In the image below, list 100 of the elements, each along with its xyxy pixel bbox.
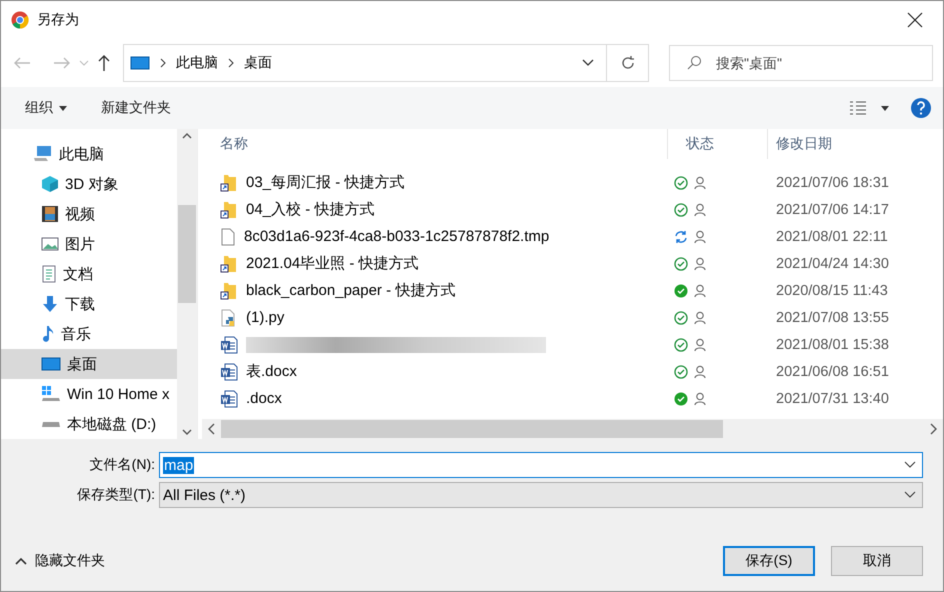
column-header[interactable]: 状态 — [668, 129, 768, 159]
chevron-right-icon — [160, 58, 166, 68]
word-document-icon — [220, 390, 238, 408]
file-name[interactable]: .docx — [246, 390, 282, 407]
chevron-right-icon — [930, 423, 937, 435]
person-icon — [694, 202, 706, 216]
blank-file-icon — [220, 228, 236, 246]
filename-label: 文件名(N): — [88, 456, 156, 474]
check-circle-icon — [674, 202, 688, 216]
person-icon — [694, 392, 706, 406]
browser-logo-icon — [11, 11, 29, 29]
person-icon — [694, 284, 706, 298]
search-input[interactable]: 搜索"桌面" — [714, 54, 932, 72]
list-view-icon — [849, 100, 867, 116]
modified-date: 2021/04/24 14:30 — [775, 256, 890, 272]
sidebar-item[interactable]: 此电脑 — [1, 139, 177, 169]
file-name[interactable]: 03_每周汇报 - 快捷方式 — [246, 173, 404, 192]
up-arrow-icon — [97, 54, 111, 72]
column-header[interactable]: 名称 — [202, 129, 668, 159]
computer-icon — [33, 145, 53, 163]
folder-shortcut-icon — [220, 200, 238, 218]
windows-drive-icon — [41, 385, 61, 403]
chevron-up-icon — [15, 557, 27, 565]
sidebar-item[interactable]: 下载 — [1, 289, 177, 319]
file-name[interactable]: 8c03d1a6-923f-4ca8-b033-1c25787878f2.tmp — [244, 228, 550, 245]
breadcrumb[interactable]: 此电脑 — [176, 54, 218, 72]
back-arrow-icon — [13, 56, 31, 70]
down-arrow-icon — [41, 295, 59, 313]
help-button[interactable] — [911, 98, 931, 118]
person-icon — [694, 176, 706, 190]
cube-icon — [41, 175, 59, 193]
recent-dropdown-button[interactable] — [79, 60, 89, 66]
file-name[interactable]: 04_入校 - 快捷方式 — [246, 200, 374, 219]
document-icon — [41, 265, 57, 283]
question-mark-icon — [916, 101, 926, 115]
new-folder-button[interactable]: 新建文件夹 — [101, 99, 171, 117]
person-icon — [694, 230, 706, 244]
person-icon — [694, 310, 706, 324]
chevron-right-icon — [228, 58, 234, 68]
forward-button[interactable] — [53, 56, 71, 70]
filename-field[interactable]: map — [159, 452, 923, 478]
word-document-icon — [220, 336, 238, 354]
caret-down-icon — [59, 106, 67, 110]
chevron-down-icon — [904, 491, 916, 499]
chevron-down-icon — [79, 60, 89, 66]
person-icon — [694, 364, 706, 378]
check-circle-icon — [674, 284, 688, 298]
chevron-left-icon — [208, 423, 215, 435]
folder-shortcut-icon — [220, 254, 238, 272]
person-icon — [694, 256, 706, 270]
check-circle-icon — [674, 256, 688, 270]
file-type-dropdown[interactable]: All Files (*.*) — [159, 482, 923, 508]
window-title: 另存为 — [37, 11, 80, 29]
sidebar-item[interactable]: Win 10 Home x — [1, 379, 177, 409]
modified-date: 2021/06/08 16:51 — [775, 364, 890, 380]
file-name[interactable]: black_carbon_paper - 快捷方式 — [246, 281, 456, 300]
modified-date: 2020/08/15 11:43 — [775, 282, 889, 298]
up-button[interactable] — [97, 54, 111, 72]
scrollbar[interactable] — [202, 419, 943, 439]
file-type-label: 保存类型(T): — [76, 486, 156, 504]
search-icon — [686, 55, 702, 71]
address-bar[interactable]: 此电脑 桌面 — [123, 44, 649, 82]
check-circle-icon — [674, 176, 688, 190]
cancel-button[interactable]: 取消 — [831, 546, 923, 576]
check-circle-icon — [674, 364, 688, 378]
caret-down-icon — [881, 106, 889, 110]
view-options-button[interactable] — [849, 100, 889, 116]
search-field[interactable]: 搜索"桌面" — [669, 45, 933, 81]
sidebar-item[interactable]: 视频 — [1, 199, 177, 229]
modified-date: 2021/07/31 13:40 — [775, 390, 890, 406]
scrollbar[interactable] — [177, 129, 197, 439]
modified-date: 2021/08/01 22:11 — [775, 228, 889, 244]
chevron-up-icon — [182, 133, 192, 139]
chevron-down-icon — [904, 461, 916, 469]
file-name[interactable]: (1).py — [246, 309, 284, 326]
sidebar-item[interactable]: 文档 — [1, 259, 177, 289]
sidebar-item[interactable]: 图片 — [1, 229, 177, 259]
sidebar-item[interactable]: 本地磁盘 (D:) — [1, 409, 177, 439]
hide-folders-button[interactable]: 隐藏文件夹 — [15, 552, 105, 570]
file-name[interactable]: 表.docx — [246, 362, 297, 381]
column-header[interactable]: 修改日期 — [768, 129, 943, 159]
sidebar-item[interactable]: 音乐 — [1, 319, 177, 349]
modified-date: 2021/07/08 13:55 — [775, 310, 890, 326]
check-circle-icon — [674, 310, 688, 324]
film-icon — [41, 205, 59, 223]
sidebar-item[interactable]: 桌面 — [1, 349, 177, 379]
sidebar-item[interactable]: 3D 对象 — [1, 169, 177, 199]
chevron-down-icon — [582, 59, 594, 67]
word-document-icon — [220, 362, 238, 380]
folder-shortcut-icon — [220, 174, 238, 192]
back-button[interactable] — [13, 56, 31, 70]
refresh-icon — [620, 55, 636, 71]
folder-shortcut-icon — [220, 282, 238, 300]
save-button[interactable]: 保存(S) — [723, 546, 815, 576]
file-name[interactable]: 2021.04毕业照 - 快捷方式 — [246, 254, 419, 273]
modified-date: 2021/08/01 15:38 — [775, 336, 890, 352]
check-circle-icon — [674, 338, 688, 352]
organize-menu[interactable]: 组织 — [25, 99, 67, 117]
person-icon — [694, 338, 706, 352]
breadcrumb[interactable]: 桌面 — [244, 54, 272, 72]
